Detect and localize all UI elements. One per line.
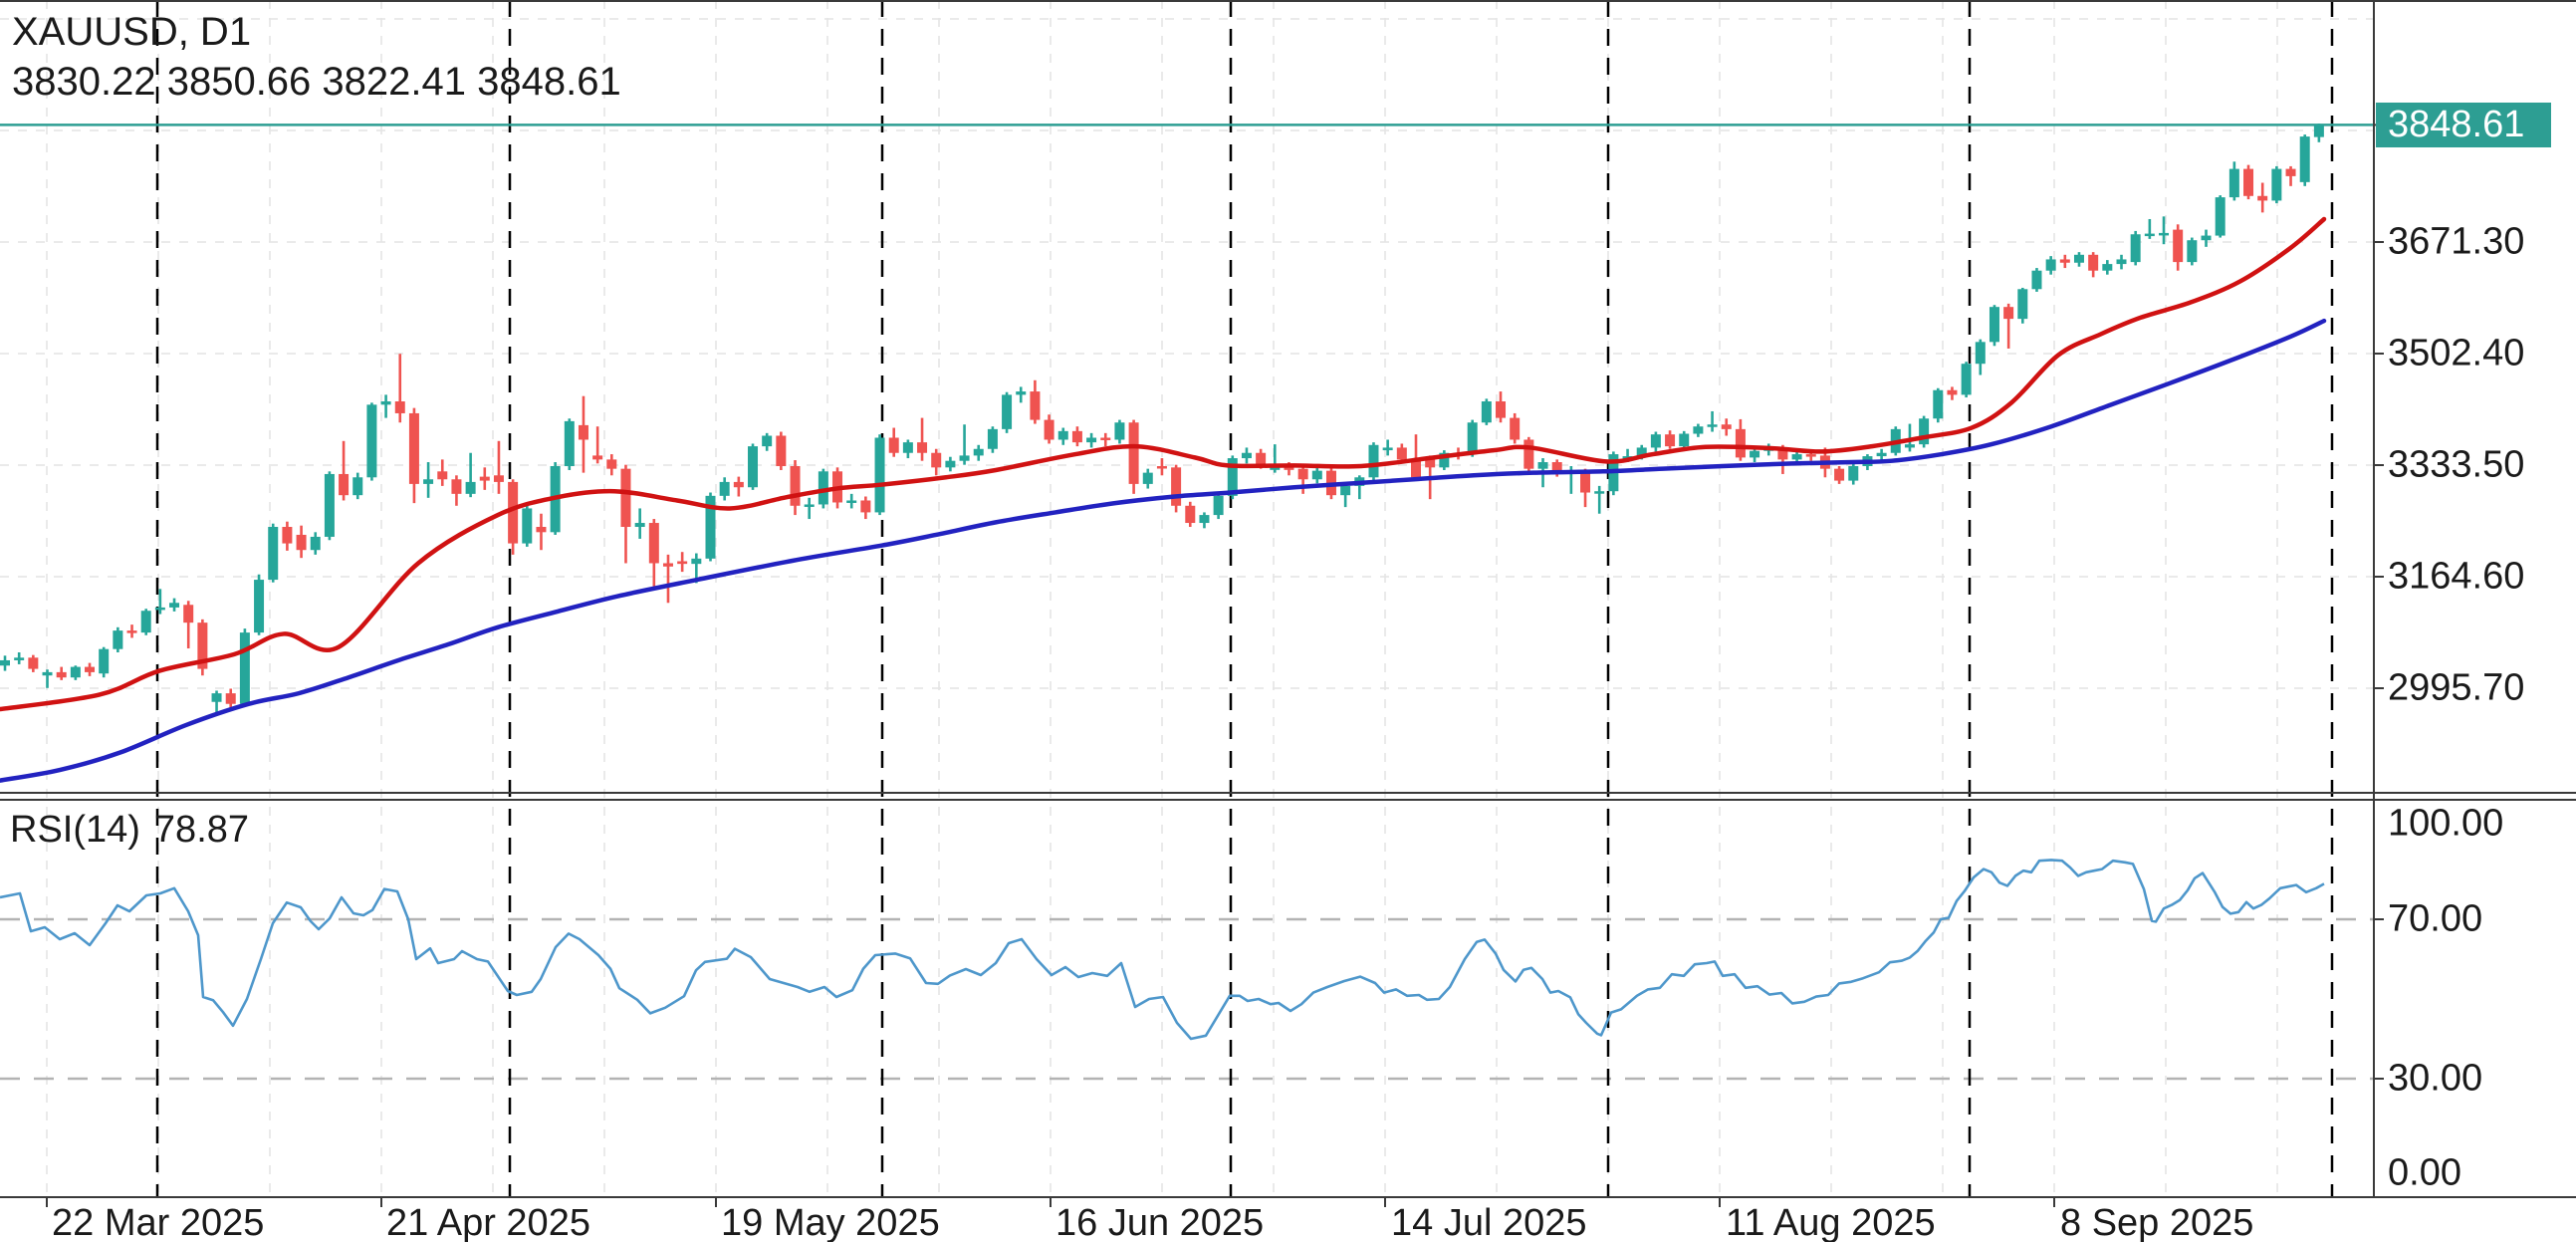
date-axis-label: 11 Aug 2025 (1726, 1202, 1936, 1242)
rsi-axis-label: 0.00 (2388, 1152, 2461, 1195)
date-axis-label: 22 Mar 2025 (52, 1202, 264, 1242)
symbol-title: XAUUSD, D1 (12, 10, 251, 55)
date-axis-label: 19 May 2025 (721, 1202, 940, 1242)
price-axis-label: 3502.40 (2388, 333, 2524, 375)
price-axis-label: 3164.60 (2388, 556, 2524, 599)
date-axis-label: 14 Jul 2025 (1391, 1202, 1587, 1242)
price-axis-label: 2995.70 (2388, 667, 2524, 710)
price-axis-label: 3333.50 (2388, 444, 2524, 487)
rsi-indicator-label: RSI(14) 78.87 (10, 809, 263, 852)
date-axis-label: 16 Jun 2025 (1055, 1202, 1264, 1242)
date-axis-label: 21 Apr 2025 (386, 1202, 590, 1242)
rsi-axis-label: 70.00 (2388, 898, 2482, 941)
rsi-axis-label: 30.00 (2388, 1058, 2482, 1101)
date-axis-label: 8 Sep 2025 (2060, 1202, 2253, 1242)
rsi-axis-label: 100.00 (2388, 803, 2503, 846)
rsi-label-text: RSI(14) (10, 809, 140, 851)
trading-chart-window: XAUUSD, D1 3830.22 3850.66 3822.41 3848.… (0, 0, 2576, 1242)
current-price-badge: 3848.61 (2376, 103, 2551, 147)
ohlc-readout: 3830.22 3850.66 3822.41 3848.61 (12, 60, 621, 105)
price-axis-label: 3671.30 (2388, 221, 2524, 264)
chart-canvas[interactable] (0, 0, 2576, 1242)
rsi-value: 78.87 (154, 809, 249, 851)
